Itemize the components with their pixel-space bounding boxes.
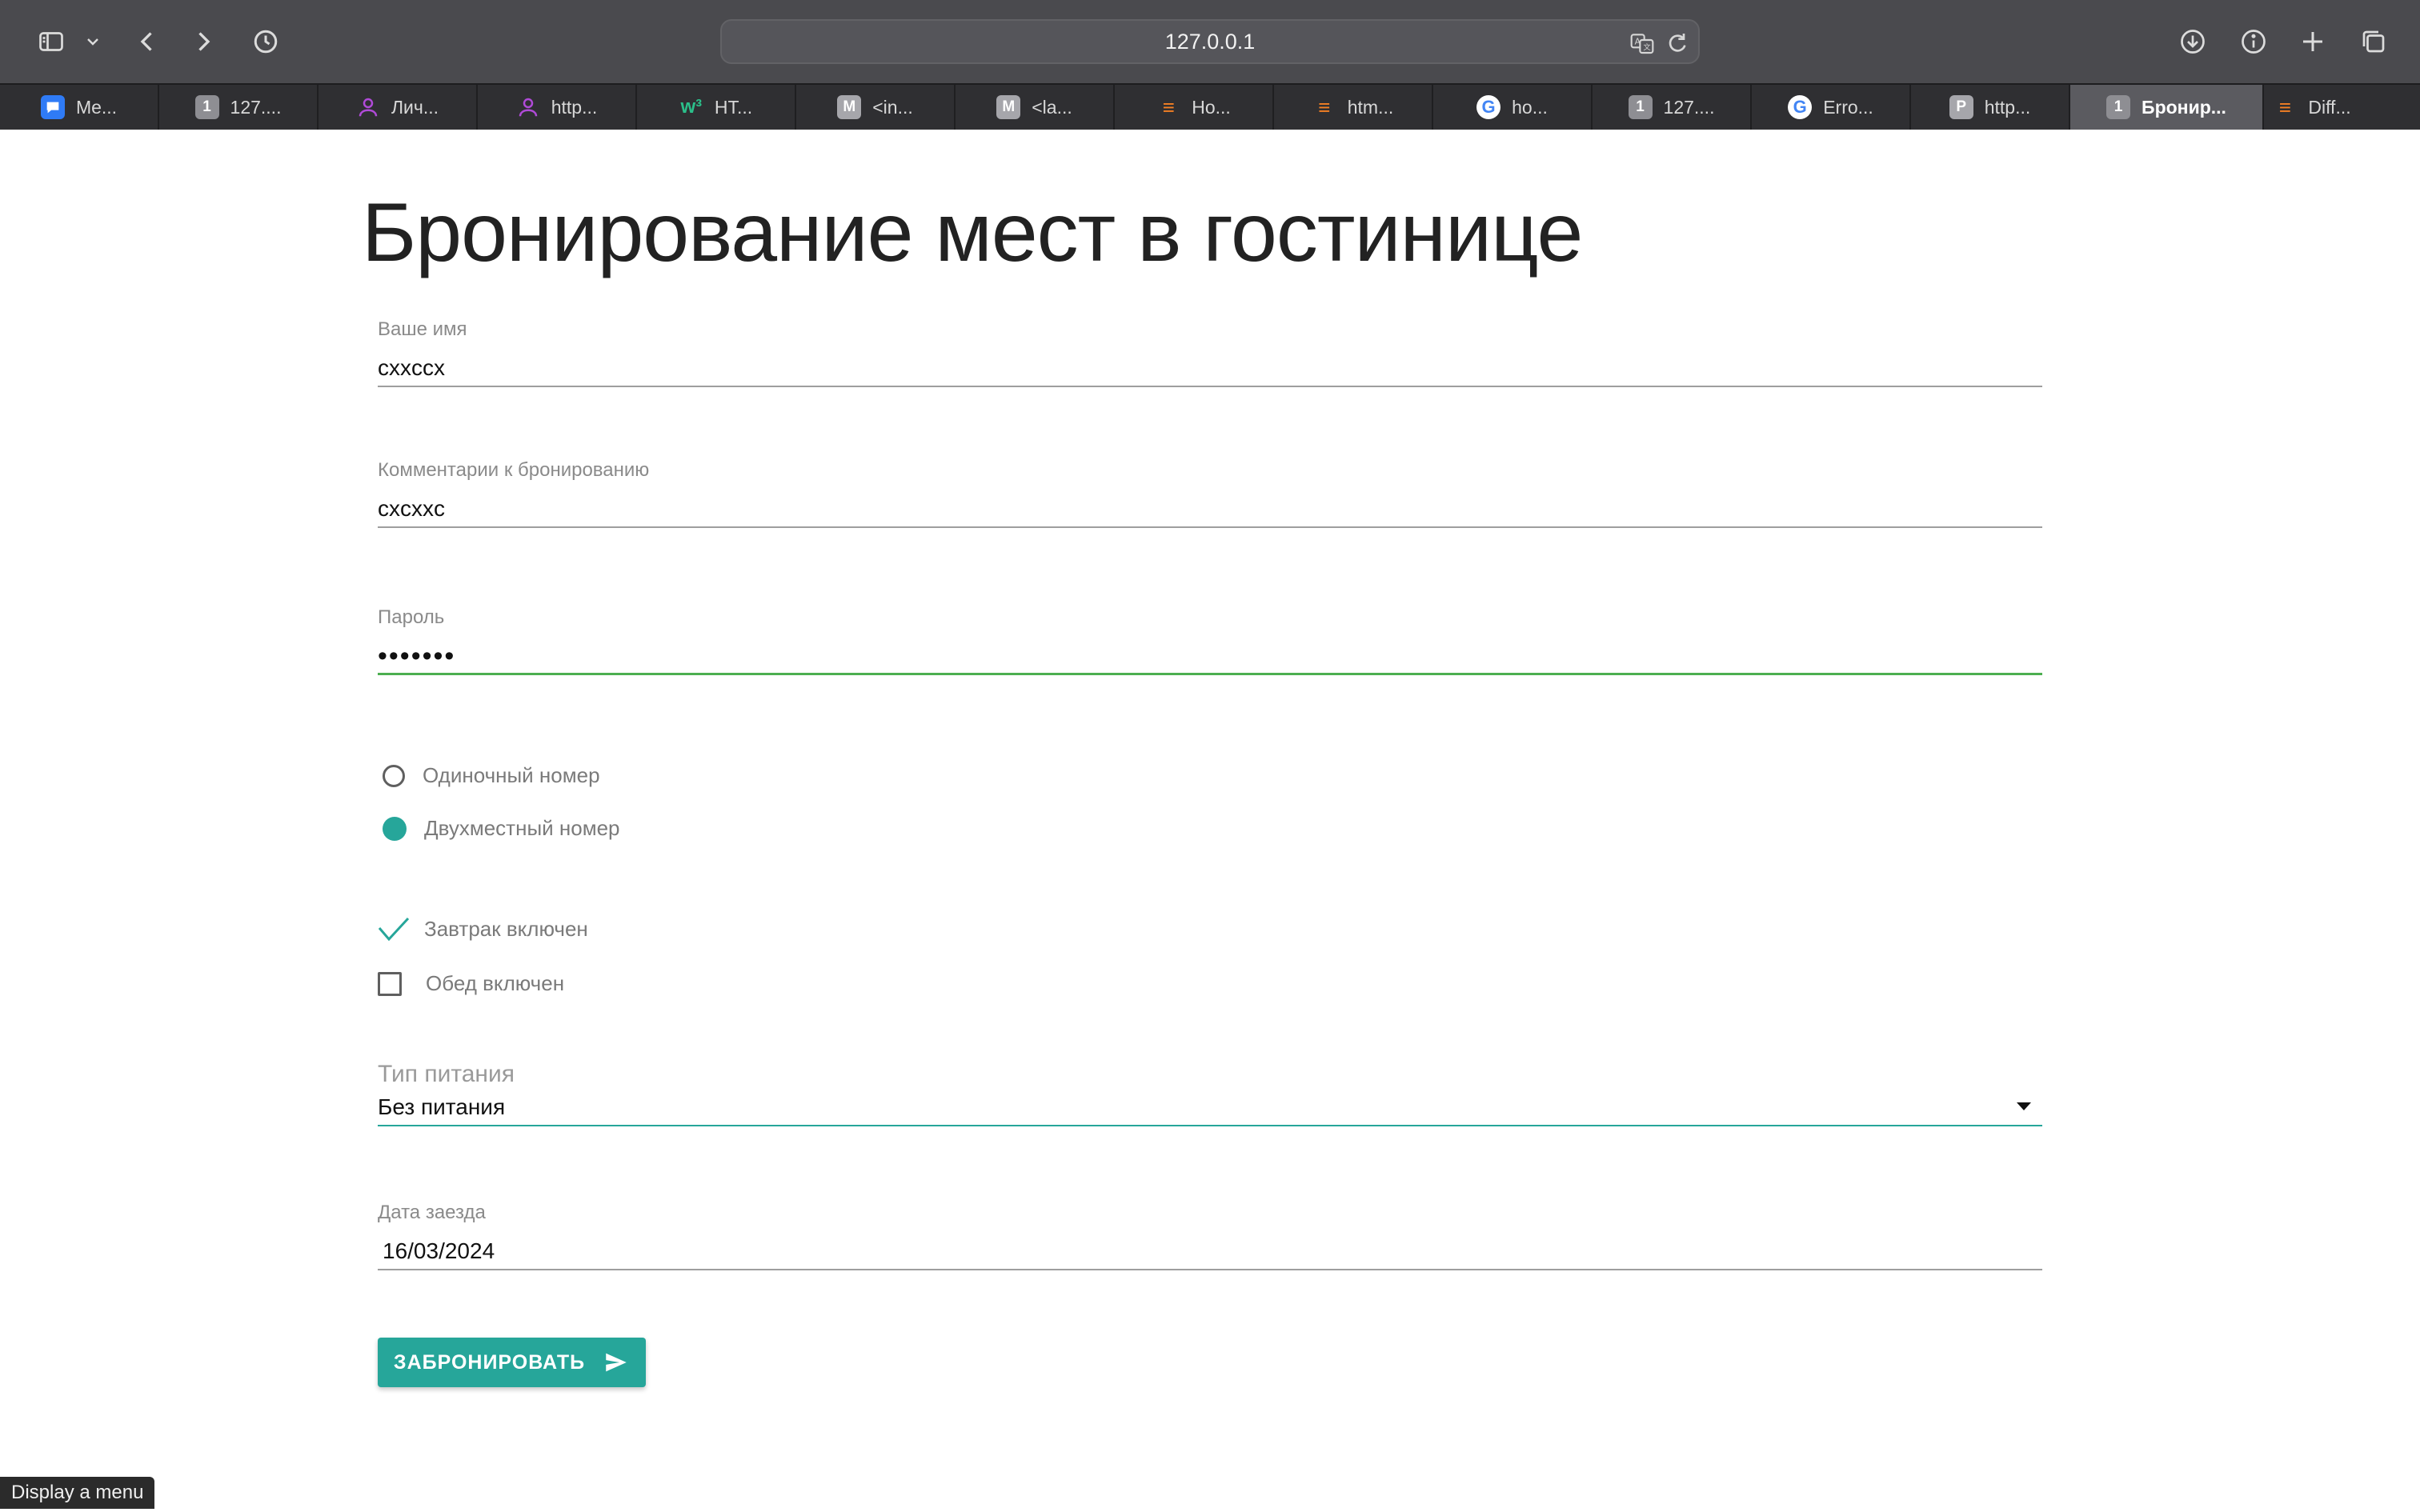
food-type-label: Тип питания xyxy=(378,1061,515,1087)
google-icon: G xyxy=(1788,95,1813,119)
tab-label: 127.... xyxy=(230,96,282,118)
google-icon: G xyxy=(1476,95,1501,119)
comment-label: Комментарии к бронированию xyxy=(378,459,650,481)
lunch-label: Обед включен xyxy=(426,971,565,995)
tab-label: Ho... xyxy=(1192,96,1231,118)
tab-item[interactable]: w³ HT... xyxy=(637,85,796,130)
stackoverflow-icon: ≡ xyxy=(2278,94,2291,119)
tab-item[interactable]: 1 127.... xyxy=(1593,85,1752,130)
name-field[interactable]: Ваше имя cxxccx xyxy=(378,318,2042,387)
back-icon[interactable] xyxy=(126,21,168,62)
tab-favicon-icon: M xyxy=(996,95,1021,119)
stackoverflow-icon: ≡ xyxy=(1318,94,1331,119)
tab-favicon-icon: M xyxy=(837,95,862,119)
tab-label: HT... xyxy=(714,96,753,118)
status-tooltip: Display a menu xyxy=(0,1477,155,1509)
tab-label: ho... xyxy=(1512,96,1548,118)
room-option-single[interactable]: Одиночный номер xyxy=(378,763,600,788)
breakfast-checkbox[interactable]: Завтрак включен xyxy=(378,915,588,942)
tab-label: <la... xyxy=(1032,96,1072,118)
tab-item[interactable]: M <in... xyxy=(796,85,956,130)
chat-icon xyxy=(40,95,65,119)
info-icon[interactable] xyxy=(2233,21,2274,62)
checkmark-icon[interactable] xyxy=(378,915,410,942)
tab-label: htm... xyxy=(1347,96,1394,118)
radio-button-selected[interactable] xyxy=(383,816,407,841)
name-input[interactable]: cxxccx xyxy=(378,352,2042,387)
translate-icon[interactable]: A文 xyxy=(1629,30,1655,56)
chevron-down-icon[interactable] xyxy=(77,21,109,62)
food-type-value: Без питания xyxy=(378,1094,506,1119)
breakfast-label: Завтрак включен xyxy=(424,916,588,941)
name-label: Ваше имя xyxy=(378,318,467,340)
tab-label: Лич... xyxy=(391,96,439,118)
page-title: Бронирование мест в гостинице xyxy=(362,186,1583,279)
user-icon xyxy=(356,95,380,119)
date-label: Дата заезда xyxy=(378,1202,486,1223)
checkbox-empty[interactable] xyxy=(378,971,402,996)
date-field[interactable]: Дата заезда 16/03/2024 xyxy=(378,1202,2042,1270)
tab-item[interactable]: http... xyxy=(478,85,637,130)
book-button-label: ЗАБРОНИРОВАТЬ xyxy=(393,1350,586,1374)
tab-bar: Me... 1 127.... Лич... http... w³ HT... M <… xyxy=(0,83,2420,130)
address-bar[interactable]: 127.0.0.1 A文 xyxy=(720,19,1700,64)
tab-label: http... xyxy=(1984,96,2031,118)
tab-item[interactable]: G Erro... xyxy=(1752,85,1911,130)
password-field[interactable]: Пароль ••••••• xyxy=(378,606,2042,675)
room-option-label: Двухместный номер xyxy=(424,816,620,840)
user-icon xyxy=(516,95,540,119)
forward-icon[interactable] xyxy=(182,21,224,62)
tab-item[interactable]: M <la... xyxy=(956,85,1115,130)
radio-button[interactable] xyxy=(383,764,405,787)
w3schools-icon: w³ xyxy=(680,96,703,118)
stackoverflow-icon: ≡ xyxy=(1162,94,1175,119)
caret-down-icon[interactable] xyxy=(2017,1102,2031,1110)
url-text: 127.0.0.1 xyxy=(1164,30,1256,54)
room-option-label: Одиночный номер xyxy=(423,763,600,787)
svg-text:文: 文 xyxy=(1643,42,1650,52)
comment-input[interactable]: cxcxxc xyxy=(378,493,2042,528)
tab-item[interactable]: Лич... xyxy=(319,85,478,130)
browser-toolbar: 127.0.0.1 A文 xyxy=(0,0,2420,83)
password-input[interactable]: ••••••• xyxy=(378,640,2042,675)
sidebar-toggle-icon[interactable] xyxy=(27,21,75,62)
tab-favicon-icon: 1 xyxy=(2106,95,2131,119)
tab-label: <in... xyxy=(872,96,913,118)
tab-item[interactable]: Gho... xyxy=(1433,85,1593,130)
lunch-checkbox[interactable]: Обед включен xyxy=(378,971,564,996)
tab-label: http... xyxy=(551,96,598,118)
download-icon[interactable] xyxy=(2172,21,2214,62)
tab-favicon-icon: P xyxy=(1949,95,1973,119)
tab-item[interactable]: ≡ Ho... xyxy=(1115,85,1274,130)
book-button[interactable]: ЗАБРОНИРОВАТЬ xyxy=(378,1338,646,1387)
tab-label: Diff... xyxy=(2308,96,2351,118)
tab-favicon-icon: 1 xyxy=(1628,95,1653,119)
tab-favicon-icon: 1 xyxy=(194,95,219,119)
send-icon xyxy=(606,1353,627,1372)
food-type-dropdown[interactable]: Без питания xyxy=(378,1091,2042,1126)
tab-label: Me... xyxy=(75,96,118,118)
reload-icon[interactable] xyxy=(1665,30,1690,56)
tab-label: Бронир... xyxy=(2142,96,2226,118)
tab-item-active[interactable]: 1 Бронир... xyxy=(2070,85,2264,130)
tab-label: Erro... xyxy=(1823,96,1873,118)
room-option-double[interactable]: Двухместный номер xyxy=(378,816,620,841)
new-tab-icon[interactable] xyxy=(2292,21,2334,62)
tab-overview-icon[interactable] xyxy=(2353,21,2394,62)
food-type-select[interactable]: Тип питания Без питания xyxy=(378,1061,2042,1126)
date-input[interactable]: 16/03/2024 xyxy=(378,1235,2042,1270)
tab-item[interactable]: ≡ Diff... xyxy=(2264,85,2360,130)
password-label: Пароль xyxy=(378,606,445,628)
tab-label: 127.... xyxy=(1663,96,1715,118)
page-content: Бронирование мест в гостинице Ваше имя c… xyxy=(0,130,2420,1512)
tab-item[interactable]: ≡ htm... xyxy=(1274,85,1433,130)
tab-item[interactable]: Me... xyxy=(0,85,159,130)
history-icon[interactable] xyxy=(245,21,286,62)
comment-field[interactable]: Комментарии к бронированию cxcxxc xyxy=(378,459,2042,528)
tab-item[interactable]: 1 127.... xyxy=(159,85,319,130)
tab-item[interactable]: Phttp... xyxy=(1911,85,2070,130)
